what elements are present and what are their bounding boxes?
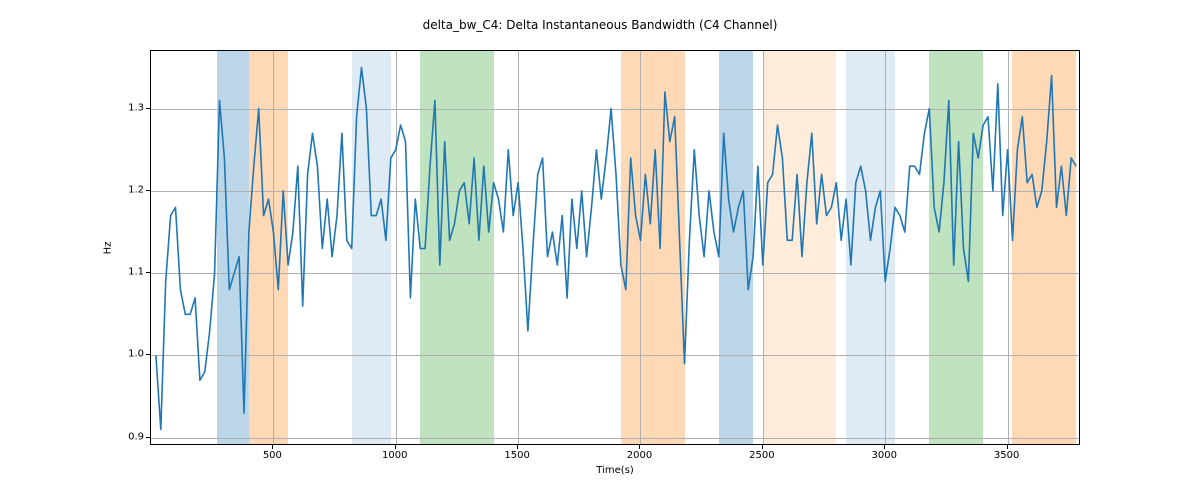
x-tick-label: 1500 xyxy=(504,450,529,461)
x-tick-label: 1000 xyxy=(382,450,407,461)
x-tick xyxy=(762,445,763,449)
x-tick xyxy=(1007,445,1008,449)
x-tick xyxy=(517,445,518,449)
figure: delta_bw_C4: Delta Instantaneous Bandwid… xyxy=(0,0,1200,500)
x-tick-label: 500 xyxy=(263,450,282,461)
x-tick-label: 2500 xyxy=(749,450,774,461)
x-tick xyxy=(884,445,885,449)
y-tick-label: 0.9 xyxy=(124,431,144,442)
chart-title: delta_bw_C4: Delta Instantaneous Bandwid… xyxy=(0,18,1200,32)
y-axis-label: Hz xyxy=(103,241,114,254)
y-tick-label: 1.3 xyxy=(124,102,144,113)
y-tick xyxy=(146,190,150,191)
line-series xyxy=(151,51,1080,445)
x-tick-label: 3000 xyxy=(871,450,896,461)
y-tick-label: 1.2 xyxy=(124,184,144,195)
axes-area xyxy=(150,50,1080,445)
x-axis-label: Time(s) xyxy=(596,465,634,476)
x-tick xyxy=(639,445,640,449)
x-tick xyxy=(395,445,396,449)
y-tick xyxy=(146,272,150,273)
y-tick xyxy=(146,108,150,109)
x-tick xyxy=(272,445,273,449)
y-tick xyxy=(146,437,150,438)
x-tick-label: 2000 xyxy=(627,450,652,461)
y-tick-label: 1.0 xyxy=(124,349,144,360)
y-tick xyxy=(146,354,150,355)
y-tick-label: 1.1 xyxy=(124,267,144,278)
x-tick-label: 3500 xyxy=(994,450,1019,461)
